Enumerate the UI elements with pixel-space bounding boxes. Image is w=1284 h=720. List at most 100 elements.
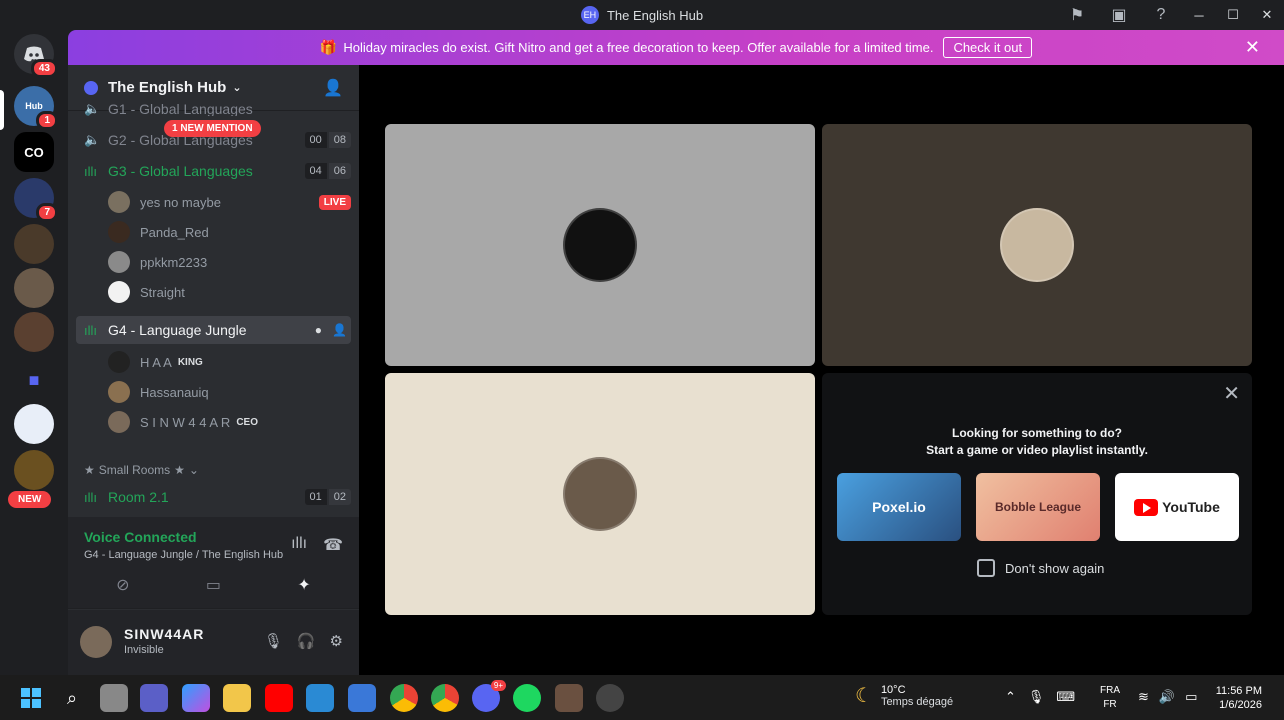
voice-connected-label[interactable]: Voice Connected xyxy=(84,529,197,545)
user-avatar[interactable] xyxy=(80,626,112,658)
category-small-rooms[interactable]: ★ Small Rooms ★ ⌄ xyxy=(84,463,199,477)
help-icon[interactable]: ? xyxy=(1140,0,1182,30)
close-icon[interactable]: ✕ xyxy=(1223,381,1240,406)
close-window-button[interactable]: ✕ xyxy=(1250,0,1284,30)
suggestion-subtitle: Start a game or video playlist instantly… xyxy=(926,443,1148,457)
voice-connection-panel: Voice Connected G4 - Language Jungle / T… xyxy=(68,517,359,609)
disconnect-icon[interactable]: ☎ xyxy=(323,535,343,555)
guild-4[interactable]: 7 xyxy=(14,178,58,222)
avatar xyxy=(108,221,130,243)
task-view-icon[interactable] xyxy=(100,684,128,712)
invite-icon[interactable]: 👤 xyxy=(332,323,347,337)
speaker-icon: 🔈 xyxy=(84,132,101,147)
guild-co[interactable]: CO xyxy=(14,132,54,172)
channel-sidebar: The English Hub ⌄ 👤 🔈 G1 - Global Langua… xyxy=(68,65,359,675)
new-mention-pill[interactable]: 1 NEW MENTION xyxy=(164,120,261,137)
copilot-icon[interactable] xyxy=(182,684,210,712)
voice-location[interactable]: G4 - Language Jungle / The English Hub xyxy=(84,549,283,561)
weather-desc: Temps dégagé xyxy=(880,695,954,708)
app-icon[interactable] xyxy=(555,684,583,712)
teams-icon[interactable] xyxy=(140,684,168,712)
headphones-icon[interactable]: 🎧 xyxy=(297,632,316,650)
guild-7[interactable] xyxy=(14,312,54,352)
discord-app-icon[interactable]: 9+ xyxy=(472,680,506,712)
keyboard-icon[interactable]: ⌨ xyxy=(1056,689,1075,705)
volume-icon[interactable]: 🔊 xyxy=(1159,689,1175,705)
wifi-icon[interactable]: ≋ xyxy=(1138,689,1149,705)
banner-close-icon[interactable]: ✕ xyxy=(1245,37,1260,58)
participant-avatar xyxy=(563,457,637,531)
minimize-button[interactable]: ─ xyxy=(1182,0,1216,30)
voice-member[interactable]: Panda_Red xyxy=(108,218,351,246)
live-badge: LIVE xyxy=(318,194,351,210)
activities-icon[interactable]: ✦ xyxy=(297,575,310,595)
weather-widget[interactable]: ☾ 10°C Temps dégagé xyxy=(855,683,953,708)
guild-english-hub[interactable]: Hub 1 xyxy=(14,86,58,130)
activity-card-poxel[interactable]: Poxel.io xyxy=(837,473,961,541)
settings-gear-icon[interactable]: ⚙ xyxy=(330,632,343,650)
voice-member[interactable]: H A A KING xyxy=(108,348,351,376)
window-title: EH The English Hub xyxy=(580,6,703,24)
gift-icon: 🎁 xyxy=(319,39,338,55)
chrome-icon[interactable] xyxy=(431,684,459,712)
screen-share-icon[interactable]: ▭ xyxy=(206,575,221,595)
new-badge: NEW xyxy=(8,491,52,508)
clock[interactable]: 11:56 PM 1/6/2026 xyxy=(1216,684,1262,712)
flag-icon[interactable]: ⚑ xyxy=(1056,0,1098,30)
suggestion-title: Looking for something to do? xyxy=(952,426,1122,440)
spotify-icon[interactable] xyxy=(513,684,541,712)
maximize-button[interactable]: ☐ xyxy=(1216,0,1250,30)
channel-g4[interactable]: ıllı G4 - Language Jungle ● 👤 xyxy=(76,316,351,344)
invite-people-icon[interactable]: 👤 xyxy=(323,78,343,98)
check-it-out-button[interactable]: Check it out xyxy=(943,37,1033,58)
checkbox-icon[interactable] xyxy=(977,559,995,577)
video-tile-1[interactable] xyxy=(385,124,815,366)
channel-g3[interactable]: ıllı G3 - Global Languages 04 06 xyxy=(76,157,351,185)
activity-card-bobble-league[interactable]: Bobble League xyxy=(976,473,1100,541)
dont-show-again-checkbox[interactable]: Don't show again xyxy=(977,559,1104,577)
activity-suggestion-panel: ✕ Looking for something to do? Start a g… xyxy=(822,373,1252,615)
voice-member[interactable]: S I N W 4 4 A R CEO xyxy=(108,408,351,436)
obs-icon[interactable] xyxy=(596,684,624,712)
notepad-icon[interactable] xyxy=(306,684,334,712)
voice-member[interactable]: Hassanauiq xyxy=(108,378,351,406)
channel-room-2-1[interactable]: ıllı Room 2.1 01 02 xyxy=(76,483,351,511)
guild-5[interactable] xyxy=(14,224,54,264)
file-explorer-icon[interactable] xyxy=(223,684,251,712)
microphone-tray-icon[interactable]: 🎙 xyxy=(1028,689,1045,705)
battery-icon[interactable]: ▭ xyxy=(1185,689,1197,705)
start-button[interactable] xyxy=(17,684,45,712)
guild-6[interactable] xyxy=(14,268,54,308)
chat-icon[interactable]: ● xyxy=(315,323,322,337)
channel-name: Room 2.1 xyxy=(108,489,169,505)
user-count: 04 xyxy=(304,163,327,179)
chevron-down-icon: ⌄ xyxy=(188,463,199,477)
direct-messages-button[interactable]: 43 xyxy=(14,34,58,78)
chrome-profile-icon[interactable] xyxy=(390,684,418,712)
video-tile-2[interactable] xyxy=(822,124,1252,366)
microphone-icon[interactable]: 🎙 xyxy=(264,632,283,650)
youtube-app-icon[interactable] xyxy=(265,684,293,712)
channel-g1[interactable]: 🔈 G1 - Global Languages xyxy=(76,102,351,116)
guild-medical[interactable] xyxy=(14,404,54,444)
search-icon[interactable]: ⌕ xyxy=(58,684,86,712)
noise-suppression-icon[interactable]: ıllı xyxy=(291,535,307,555)
chevron-down-icon: ⌄ xyxy=(232,82,242,94)
user-name[interactable]: SINW44AR xyxy=(124,626,204,642)
clock-date: 1/6/2026 xyxy=(1219,699,1262,711)
language-indicator[interactable]: FRA FR xyxy=(1100,684,1120,712)
activity-card-youtube[interactable]: YouTube xyxy=(1115,473,1239,541)
voice-member[interactable]: yes no maybe LIVE xyxy=(108,188,351,216)
store-icon[interactable] xyxy=(348,684,376,712)
user-limit: 08 xyxy=(328,132,351,148)
nitro-banner: 🎁 Holiday miracles do exist. Gift Nitro … xyxy=(68,30,1284,65)
chevron-up-icon[interactable]: ⌃ xyxy=(1005,689,1016,705)
voice-member[interactable]: ppkkm2233 xyxy=(108,248,351,276)
folder-icon[interactable]: ■ xyxy=(14,360,54,400)
camera-off-icon[interactable]: ⊘ xyxy=(116,575,129,595)
video-tile-3[interactable] xyxy=(385,373,815,615)
inbox-icon[interactable]: ▣ xyxy=(1098,0,1140,30)
guild-sheriff[interactable] xyxy=(14,450,54,490)
participant-avatar xyxy=(563,208,637,282)
voice-member[interactable]: Straight xyxy=(108,278,351,306)
